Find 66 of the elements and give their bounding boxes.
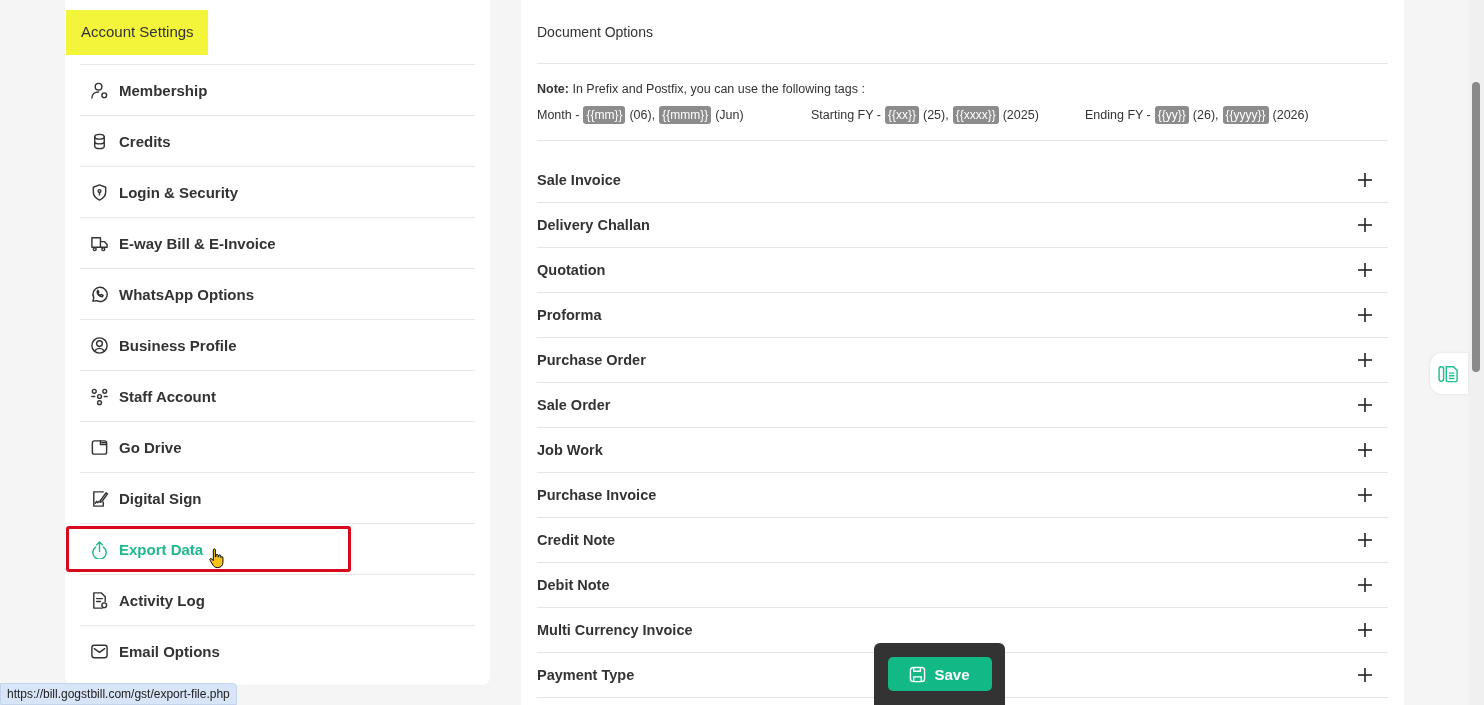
- plus-icon: [1358, 623, 1372, 637]
- document-icon: [90, 590, 109, 610]
- chat-icon: [90, 284, 109, 304]
- users-icon: [90, 386, 109, 406]
- plus-icon: [1358, 533, 1372, 547]
- tag-label: Starting FY -: [811, 108, 881, 122]
- tag-chip: {{mmm}}: [659, 106, 712, 124]
- tag-example: (26),: [1192, 108, 1219, 122]
- scrollbar-thumb[interactable]: [1472, 82, 1480, 372]
- sidebar-item[interactable]: Credits: [80, 118, 171, 164]
- sidebar-item[interactable]: Login & Security: [80, 169, 239, 215]
- hand-cursor-icon: [209, 547, 224, 569]
- tag-chip: {{xx}}: [884, 106, 919, 124]
- accordion-row[interactable]: Job Work: [537, 428, 1388, 473]
- user-circle-icon: [90, 335, 109, 355]
- status-bar-url: https://bill.gogstbill.com/gst/export-file.php: [0, 683, 237, 705]
- accordion-row[interactable]: Proforma: [537, 293, 1388, 338]
- document-icon: [1438, 364, 1460, 383]
- sidebar-item[interactable]: Activity Log: [80, 577, 205, 623]
- tag-label: Month -: [537, 108, 580, 122]
- plus-icon: [1358, 353, 1372, 367]
- section-title: Account Settings: [66, 10, 208, 55]
- sidebar-item[interactable]: Email Options: [80, 628, 220, 674]
- folder-icon: [90, 437, 109, 457]
- upload-icon: [90, 539, 109, 559]
- tag-example: (2026): [1272, 108, 1309, 122]
- sidebar-item[interactable]: Staff Account: [80, 373, 216, 419]
- plus-icon: [1358, 443, 1372, 457]
- tag-chip: {{yy}}: [1154, 106, 1189, 124]
- sidebar-item[interactable]: Digital Sign: [80, 475, 202, 521]
- tag-chip: {{yyyy}}: [1222, 106, 1269, 124]
- tag-example: (2025): [1002, 108, 1039, 122]
- accordion-row[interactable]: Debit Note: [537, 563, 1388, 608]
- accordion-row[interactable]: Sale Invoice: [537, 158, 1388, 203]
- sidebar-item[interactable]: E-way Bill & E-Invoice: [80, 220, 276, 266]
- tag-label: Ending FY -: [1085, 108, 1151, 122]
- user-icon: [90, 80, 109, 100]
- tag-chip: {{xxxx}}: [952, 106, 999, 124]
- floating-widget-button[interactable]: [1430, 353, 1468, 394]
- accordion-row[interactable]: Quotation: [537, 248, 1388, 293]
- plus-icon: [1358, 173, 1372, 187]
- plus-icon: [1358, 263, 1372, 277]
- sidebar-item[interactable]: Go Drive: [80, 424, 182, 470]
- accordion-row[interactable]: Purchase Order: [537, 338, 1388, 383]
- accordion-row[interactable]: Sale Order: [537, 383, 1388, 428]
- plus-icon: [1358, 488, 1372, 502]
- plus-icon: [1358, 218, 1372, 232]
- sidebar-item[interactable]: Business Profile: [80, 322, 237, 368]
- section-title: Document Options: [537, 0, 1388, 64]
- tag-example: (Jun): [715, 108, 744, 122]
- accordion-row[interactable]: Credit Note: [537, 518, 1388, 563]
- accordion-row[interactable]: Delivery Challan: [537, 203, 1388, 248]
- plus-icon: [1358, 578, 1372, 592]
- save-icon: [909, 665, 927, 683]
- sidebar-item[interactable]: Membership: [80, 67, 208, 113]
- tag-chip: {{mm}}: [583, 106, 626, 124]
- signature-icon: [90, 488, 109, 508]
- plus-icon: [1358, 398, 1372, 412]
- note-text: Note: In Prefix and Postfix, you can use the following tags :: [537, 82, 866, 96]
- plus-icon: [1358, 668, 1372, 682]
- sidebar-item[interactable]: WhatsApp Options: [80, 271, 254, 317]
- tag-example: (06),: [629, 108, 656, 122]
- plus-icon: [1358, 308, 1372, 322]
- tag-example: (25),: [922, 108, 949, 122]
- accordion-row[interactable]: Purchase Invoice: [537, 473, 1388, 518]
- shield-icon: [90, 182, 109, 202]
